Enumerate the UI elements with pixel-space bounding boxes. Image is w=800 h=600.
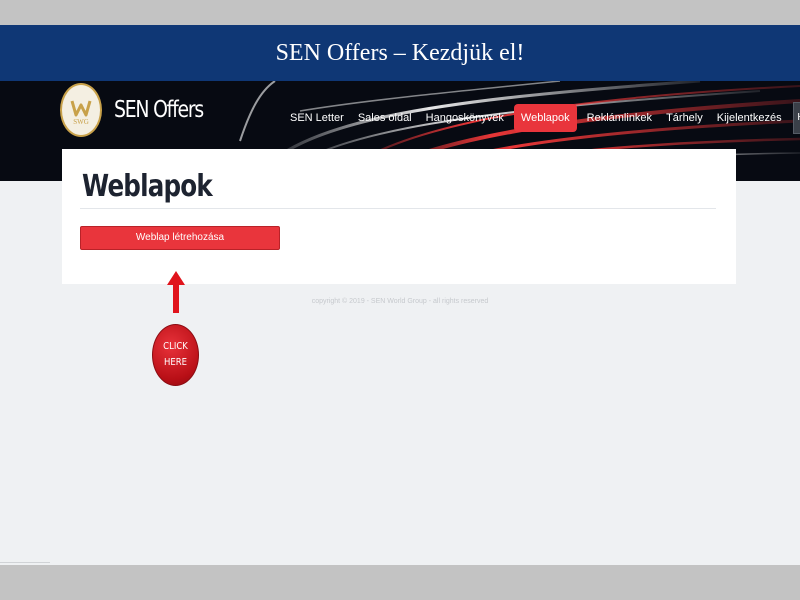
language-button[interactable]: HU [792, 102, 800, 134]
slide: SEN Offers – Kezdjük el! SWG SEN Offers … [0, 25, 800, 565]
nav-item-sales-oldal[interactable]: Sales oldal [351, 104, 419, 132]
divider [0, 562, 50, 563]
create-webpage-button[interactable]: Weblap létrehozása [80, 226, 280, 250]
click-here-line1: CLICK [163, 341, 188, 352]
main-nav: SEN Letter Sales oldal Hangoskönyvek Web… [283, 102, 800, 134]
title-divider [80, 208, 716, 209]
footer-copyright: copyright © 2019 - SEN World Group - all… [311, 298, 489, 305]
click-here-line2: HERE [163, 357, 188, 368]
nav-item-reklamlinkek[interactable]: Reklámlinkek [580, 104, 659, 132]
swg-logo: SWG [60, 83, 102, 137]
page-title: Weblapok [82, 169, 213, 204]
slide-banner-title: SEN Offers – Kezdjük el! [0, 25, 800, 81]
content-card: Weblapok Weblap létrehozása [62, 149, 736, 284]
logo-text: SWG [73, 118, 89, 126]
brand-name: SEN Offers [114, 97, 204, 123]
nav-item-weblapok[interactable]: Weblapok [513, 104, 577, 132]
brand[interactable]: SWG SEN Offers [60, 83, 223, 137]
nav-item-hangoskonyvek[interactable]: Hangoskönyvek [419, 104, 511, 132]
nav-item-sen-letter[interactable]: SEN Letter [283, 104, 351, 132]
nav-item-kijelentkezes[interactable]: Kijelentkezés [710, 104, 789, 132]
click-here-badge: CLICK HERE [152, 324, 199, 386]
nav-item-tarhely[interactable]: Tárhely [659, 104, 710, 132]
up-arrow-icon [167, 271, 185, 313]
